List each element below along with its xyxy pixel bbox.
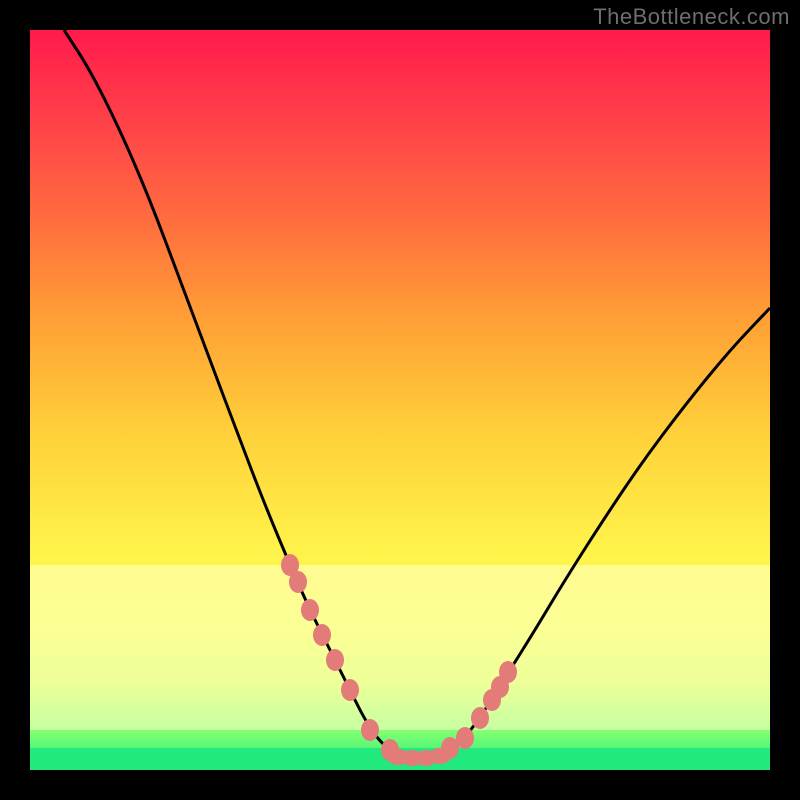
curve-marker [456, 727, 474, 749]
curve-marker [289, 571, 307, 593]
plot-area [30, 30, 770, 770]
curve-marker [301, 599, 319, 621]
curve-marker [499, 661, 517, 683]
marker-group-right [441, 661, 517, 759]
curve-marker [471, 707, 489, 729]
bottleneck-curve-path [64, 30, 770, 757]
curve-marker [361, 719, 379, 741]
curve-marker [341, 679, 359, 701]
marker-group-left [281, 554, 399, 761]
chart-stage: TheBottleneck.com [0, 0, 800, 800]
watermark-text: TheBottleneck.com [593, 4, 790, 30]
curve-marker [429, 748, 451, 764]
curve-marker [313, 624, 331, 646]
curve-svg [30, 30, 770, 770]
marker-group-bottom [387, 748, 451, 766]
curve-marker [326, 649, 344, 671]
